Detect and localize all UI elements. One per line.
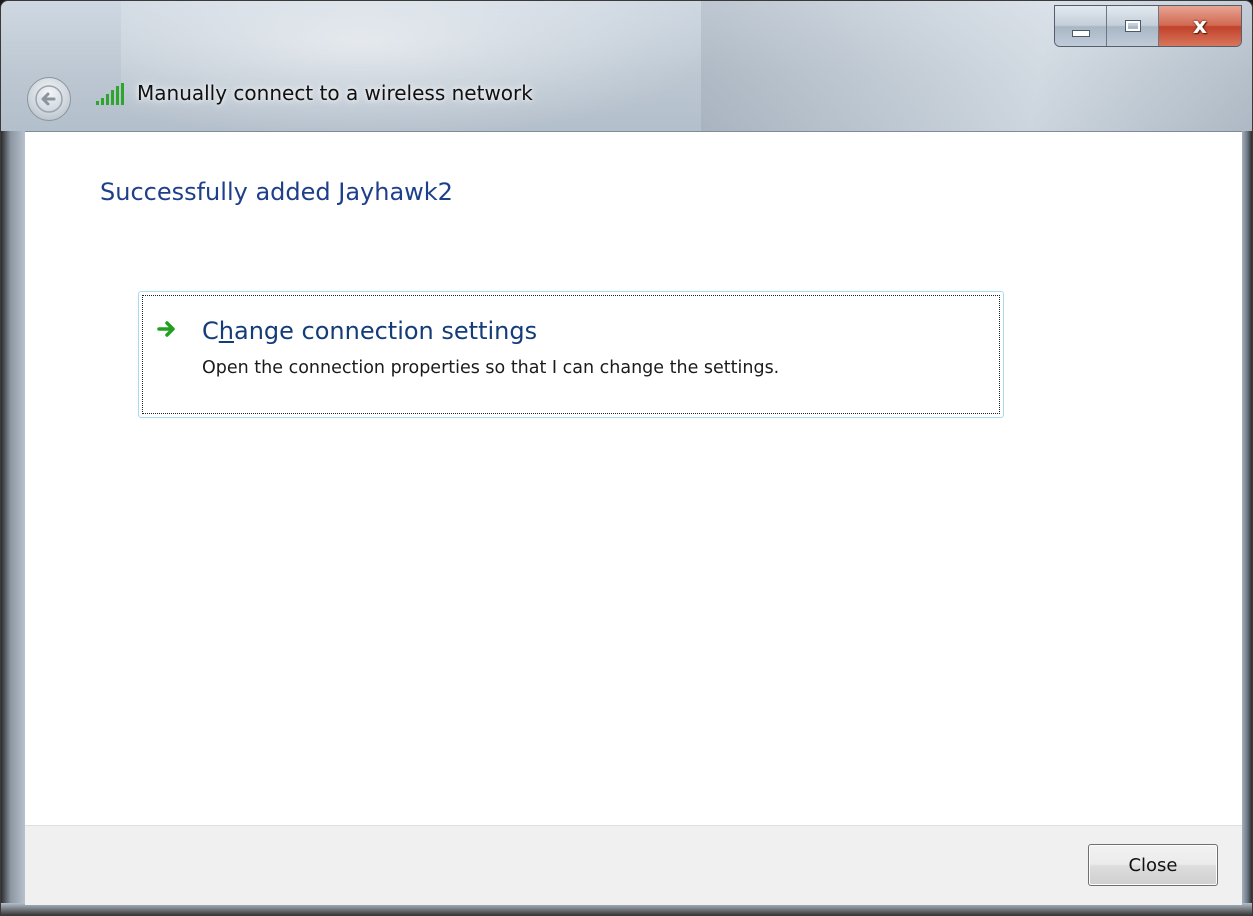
- maximize-button[interactable]: [1107, 6, 1159, 46]
- glass-highlight: [121, 1, 721, 141]
- back-button[interactable]: [27, 77, 71, 121]
- green-arrow-icon: [157, 321, 175, 337]
- change-connection-settings-link[interactable]: Change connection settings Open the conn…: [138, 291, 1004, 418]
- command-link-title: Change connection settings: [202, 317, 537, 345]
- dialog-window: x Manually connect to a wireless network…: [0, 0, 1253, 916]
- dialog-footer: Close: [25, 825, 1242, 905]
- back-arrow-icon: [35, 85, 63, 113]
- content-area: Successfully added Jayhawk2 Change conne…: [25, 131, 1242, 825]
- command-link-title-prefix: C: [202, 317, 219, 345]
- access-key-letter: h: [218, 317, 234, 345]
- close-icon: x: [1192, 13, 1208, 39]
- command-link-title-rest: ange connection settings: [233, 317, 538, 345]
- window-frame-left: [1, 131, 25, 915]
- wireless-signal-icon: [96, 83, 124, 105]
- window-title: Manually connect to a wireless network: [137, 81, 533, 105]
- caption-buttons: x: [1054, 5, 1242, 47]
- page-heading: Successfully added Jayhawk2: [100, 178, 453, 206]
- command-link-description: Open the connection properties so that I…: [202, 358, 780, 378]
- minimize-button[interactable]: [1055, 6, 1107, 46]
- window-close-button[interactable]: x: [1159, 6, 1241, 46]
- close-button[interactable]: Close: [1088, 844, 1218, 886]
- maximize-icon: [1124, 20, 1141, 32]
- minimize-icon: [1071, 29, 1090, 37]
- focus-rectangle: [142, 295, 1000, 414]
